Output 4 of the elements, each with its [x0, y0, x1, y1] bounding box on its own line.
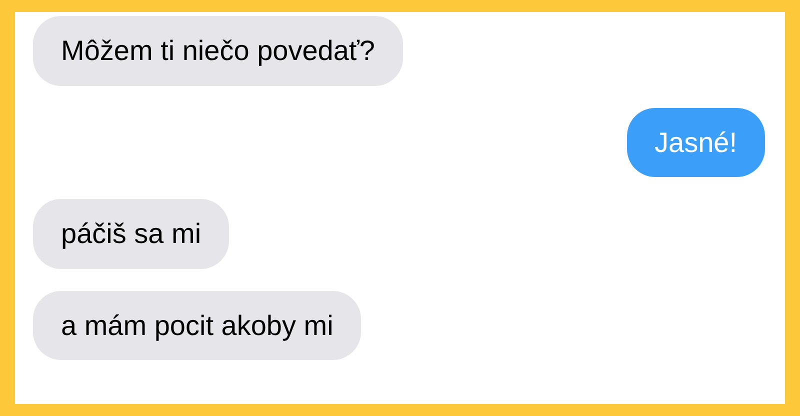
sent-message-bubble: Jasné! [626, 108, 765, 178]
received-message-bubble: a mám pocit akoby mi [33, 290, 362, 360]
received-message-bubble: Môžem ti niečo povedať? [33, 16, 404, 86]
received-message-bubble: páčiš sa mi [33, 199, 230, 269]
